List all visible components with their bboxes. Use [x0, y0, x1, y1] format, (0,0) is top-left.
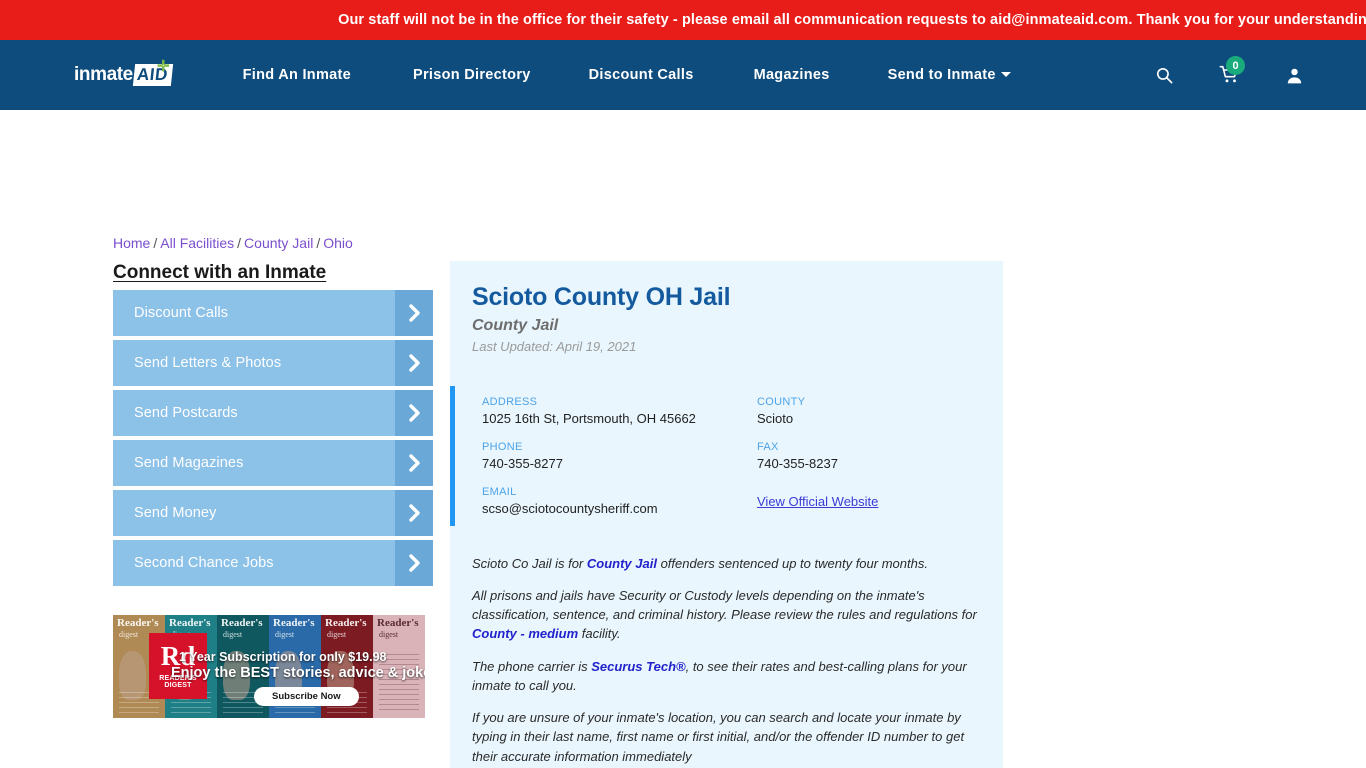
breadcrumb: Home / All Facilities / County Jail / Ohio — [113, 235, 353, 251]
sidebar-item-label: Second Chance Jobs — [134, 555, 274, 571]
ad-headline: 1 Year Subscription for only $19.98 — [179, 650, 387, 664]
facility-type: County Jail — [472, 316, 559, 334]
breadcrumb-item-home[interactable]: Home — [113, 235, 150, 251]
chevron-right-icon — [395, 290, 433, 336]
breadcrumb-separator: / — [316, 235, 321, 251]
breadcrumb-item-ohio[interactable]: Ohio — [323, 235, 353, 251]
nav-icon-group: 0 — [1155, 56, 1304, 85]
alert-banner-text: Our staff will not be in the office for … — [338, 12, 1366, 28]
ad-cover-subtitle: digest — [379, 630, 399, 639]
site-logo[interactable]: inmate AID ✛ — [74, 59, 173, 87]
sidebar-item-discount-calls[interactable]: Discount Calls — [113, 290, 433, 336]
p1-text-a: Scioto Co Jail is for — [472, 555, 587, 571]
alert-banner: Our staff will not be in the office for … — [0, 0, 1366, 40]
facility-card: Scioto County OH Jail County Jail Last U… — [450, 261, 1003, 768]
sidebar-item-send-postcards[interactable]: Send Postcards — [113, 390, 433, 436]
logo-word: inmate — [74, 64, 133, 85]
breadcrumb-item-all-facilities[interactable]: All Facilities — [160, 235, 234, 251]
facility-contact-block: ADDRESS 1025 16th St, Portsmouth, OH 456… — [450, 385, 1003, 526]
contact-email-value: scso@sciotocountysheriff.com — [482, 500, 658, 516]
contact-fax: FAX 740-355-8237 — [757, 441, 1003, 471]
logo-plus-icon: ✛ — [157, 58, 170, 75]
sidebar-item-send-letters-photos[interactable]: Send Letters & Photos — [113, 340, 433, 386]
ad-cover-subtitle: digest — [119, 630, 139, 639]
breadcrumb-item-county-jail[interactable]: County Jail — [244, 235, 313, 251]
contact-phone-value: 740-355-8277 — [482, 455, 563, 471]
ad-cover-title: Reader's — [377, 617, 419, 629]
chevron-right-icon — [395, 540, 433, 586]
p3-text-a: The phone carrier is — [472, 658, 592, 674]
contact-fax-label: FAX — [757, 440, 779, 453]
sidebar-item-label: Send Postcards — [134, 405, 238, 421]
p1-text-b: offenders sentenced up to twenty four mo… — [656, 555, 928, 571]
nav-item-magazines[interactable]: Magazines — [754, 67, 830, 83]
ad-cover-title: Reader's — [117, 617, 159, 629]
contact-phone: PHONE 740-355-8277 — [482, 441, 757, 471]
contact-email-label: EMAIL — [482, 485, 517, 498]
ad-cover-subtitle: digest — [327, 630, 347, 639]
ad-cover-title: Reader's — [325, 617, 367, 629]
p2-text-a: All prisons and jails have Security or C… — [472, 587, 977, 623]
nav-item-discount-calls[interactable]: Discount Calls — [589, 67, 694, 83]
sidebar-item-send-money[interactable]: Send Money — [113, 490, 433, 536]
chevron-right-icon — [395, 440, 433, 486]
chevron-right-icon — [395, 340, 433, 386]
ad-subheadline: Enjoy the BEST stories, advice & jokes! — [171, 665, 425, 681]
sidebar-heading[interactable]: Connect with an Inmate — [113, 262, 326, 284]
search-icon[interactable] — [1155, 66, 1174, 85]
main-navbar: inmate AID ✛ Find An Inmate Prison Direc… — [0, 40, 1366, 110]
description-paragraph-4: If you are unsure of your inmate's locat… — [472, 710, 965, 764]
sidebar-nav: Discount Calls Send Letters & Photos Sen… — [113, 290, 433, 590]
ad-cover-subtitle: digest — [275, 630, 295, 639]
sidebar-item-label: Send Letters & Photos — [134, 355, 282, 371]
view-official-website-link[interactable]: View Official Website — [757, 494, 878, 509]
cart-icon[interactable]: 0 — [1219, 56, 1245, 85]
sidebar-item-second-chance-jobs[interactable]: Second Chance Jobs — [113, 540, 433, 586]
facility-description: Scioto Co Jail is for County Jail offend… — [450, 526, 1003, 768]
contact-county-label: COUNTY — [757, 395, 806, 408]
contact-email: EMAIL scso@sciotocountysheriff.com — [482, 486, 757, 516]
chevron-right-icon — [395, 390, 433, 436]
nav-item-find-an-inmate[interactable]: Find An Inmate — [243, 67, 351, 83]
sidebar-item-label: Send Money — [134, 505, 217, 521]
ad-subscribe-button[interactable]: Subscribe Now — [254, 687, 359, 706]
breadcrumb-separator: / — [153, 235, 158, 251]
sidebar-item-label: Send Magazines — [134, 455, 244, 471]
description-paragraph-3: The phone carrier is Securus Tech®, to s… — [472, 657, 981, 695]
ad-cover-subtitle: digest — [223, 630, 243, 639]
facility-last-updated: Last Updated: April 19, 2021 — [472, 338, 637, 354]
readers-digest-ad[interactable]: Reader's digest Reader's digest Reader's… — [113, 615, 425, 718]
user-account-icon[interactable] — [1285, 66, 1304, 85]
sidebar-item-send-magazines[interactable]: Send Magazines — [113, 440, 433, 486]
primary-nav: Find An Inmate Prison Directory Discount… — [243, 67, 1011, 83]
description-paragraph-1: Scioto Co Jail is for County Jail offend… — [472, 554, 981, 573]
contact-phone-label: PHONE — [482, 440, 523, 453]
county-jail-link[interactable]: County Jail — [587, 556, 657, 571]
contact-address-label: ADDRESS — [482, 395, 538, 408]
contact-address-value: 1025 16th St, Portsmouth, OH 45662 — [482, 410, 696, 426]
description-paragraph-2: All prisons and jails have Security or C… — [472, 586, 981, 644]
contact-address: ADDRESS 1025 16th St, Portsmouth, OH 456… — [482, 396, 757, 426]
nav-item-send-to-inmate-label: Send to Inmate — [887, 67, 996, 83]
contact-county: COUNTY Scioto — [757, 396, 1003, 426]
chevron-right-icon — [395, 490, 433, 536]
contact-fax-value: 740-355-8237 — [757, 455, 838, 471]
breadcrumb-separator: / — [237, 235, 242, 251]
page-title: Scioto County OH Jail — [472, 283, 731, 311]
ad-cover-title: Reader's — [221, 617, 263, 629]
securus-tech-link[interactable]: Securus Tech® — [591, 659, 685, 674]
chevron-down-icon — [1000, 71, 1011, 77]
contact-website: View Official Website — [757, 491, 1003, 511]
ad-cover-title: Reader's — [169, 617, 211, 629]
facility-header: Scioto County OH Jail County Jail Last U… — [450, 283, 1003, 354]
sidebar-item-label: Discount Calls — [134, 305, 229, 321]
cart-count-badge: 0 — [1226, 56, 1245, 75]
p2-text-b: facility. — [578, 626, 621, 642]
ad-cover-title: Reader's — [273, 617, 315, 629]
contact-county-value: Scioto — [757, 410, 794, 426]
county-medium-link[interactable]: County - medium — [472, 626, 578, 641]
nav-item-send-to-inmate[interactable]: Send to Inmate — [888, 67, 1011, 83]
nav-item-prison-directory[interactable]: Prison Directory — [413, 67, 531, 83]
